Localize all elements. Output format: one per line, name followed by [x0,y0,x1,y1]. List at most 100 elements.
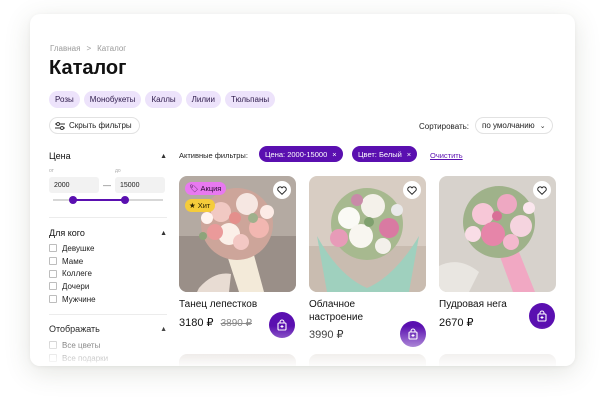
product-card-partial[interactable] [309,354,426,366]
catalog-window: Главная > Каталог Каталог Розы Монобукет… [30,14,575,366]
product-name[interactable]: Облачное настроение [309,298,393,324]
price-inputs: 2000 — 15000 [49,177,165,193]
checkbox-label: Все цветы [62,340,101,350]
cart-add-icon [277,319,287,331]
price-section-header[interactable]: Цена ▲ [49,149,167,163]
price-from-input[interactable]: 2000 [49,177,99,193]
product-price-row: 2670 ₽ [439,316,474,329]
active-filter-label: Цвет: Белый [358,149,402,159]
price-from-label: от [49,168,54,174]
favorite-button[interactable] [403,181,421,199]
checkbox-label: Маме [62,256,84,266]
sort-select[interactable]: по умолчанию ⌄ [475,117,553,134]
hide-filters-label: Скрыть фильтры [69,121,132,130]
checkbox-box[interactable] [49,257,57,266]
product-card-partial[interactable] [439,354,556,366]
checkbox-box[interactable] [49,269,57,278]
add-to-cart-button[interactable] [400,321,426,347]
product-card-partial[interactable] [179,354,296,366]
product-image[interactable]: 🏷 Акция ★ Хит [179,176,296,292]
favorite-button[interactable] [273,181,291,199]
chevron-down-icon: ⌄ [539,122,546,130]
heart-icon [537,185,547,195]
for-whom-section-header[interactable]: Для кого ▲ [49,226,167,240]
clear-filters-link[interactable]: Очистить [430,151,463,160]
badge-sale-label: Акция [200,184,222,193]
checkbox-box[interactable] [49,282,57,291]
checkbox-box[interactable] [49,341,57,350]
for-whom-section: Для кого ▲ [49,226,167,240]
checkbox-label: Девушке [62,243,95,253]
breadcrumb: Главная > Каталог [50,44,126,53]
product-name[interactable]: Танец лепестков [179,298,263,311]
cart-add-icon [408,328,418,340]
for-whom-list: Девушке Маме Коллеге Дочери Мужчине [49,242,96,305]
hide-filters-button[interactable]: Скрыть фильтры [49,117,140,134]
price-slider-max-handle[interactable] [121,196,129,204]
checkbox-box[interactable] [49,244,57,253]
filters-icon [55,121,65,130]
checkbox-for-girl[interactable]: Девушке [49,242,96,255]
sort-label: Сортировать: [419,122,470,131]
add-to-cart-button[interactable] [269,312,295,338]
close-icon[interactable]: × [332,150,336,159]
checkbox-for-colleague[interactable]: Коллеге [49,267,96,280]
add-to-cart-button[interactable] [529,303,555,329]
chevron-up-icon: ▲ [160,152,167,160]
sidebar-divider [49,314,167,315]
product-price: 3180 ₽ [179,317,214,329]
price-to-input[interactable]: 15000 [115,177,165,193]
chevron-up-icon: ▲ [160,229,167,237]
badge-sale: 🏷 Акция [185,182,227,195]
checkbox-all-flowers[interactable]: Все цветы [49,339,108,352]
star-icon: ★ [189,201,196,210]
checkbox-for-man[interactable]: Мужчине [49,293,96,306]
checkbox-box[interactable] [49,295,57,304]
category-chip-callas[interactable]: Каллы [145,91,182,108]
display-title: Отображать [49,324,100,334]
product-price: 2670 ₽ [439,317,474,329]
category-chips: Розы Монобукеты Каллы Лилии Тюльпаны [49,91,276,108]
cart-add-icon [537,310,547,322]
active-filter-chip-price[interactable]: Цена: 2000-15000 × [259,146,343,162]
active-filter-label: Цена: 2000-15000 [265,149,328,159]
checkbox-label: Все подарки [62,353,109,363]
product-old-price: 3890 ₽ [220,318,252,329]
category-chip-monobouquets[interactable]: Монобукеты [83,91,142,108]
product-image[interactable] [309,176,426,292]
product-name[interactable]: Пудровая нега [439,298,523,311]
category-chip-roses[interactable]: Розы [49,91,80,108]
active-filter-chip-color[interactable]: Цвет: Белый × [352,146,418,162]
page-title: Каталог [49,57,127,79]
checkbox-box[interactable] [49,354,57,363]
price-slider-fill [73,199,125,201]
breadcrumb-home[interactable]: Главная [50,44,80,53]
display-section: Отображать ▲ [49,322,167,336]
filters-sidebar: Цена ▲ [49,149,167,163]
price-section-title: Цена [49,151,71,161]
price-dash: — [103,180,111,190]
display-section-header[interactable]: Отображать ▲ [49,322,167,336]
checkbox-label: Коллеге [62,269,92,279]
display-list: Все цветы Все подарки [49,339,108,364]
price-slider-min-handle[interactable] [69,196,77,204]
price-to-label: до [115,168,121,174]
product-image[interactable] [439,176,556,292]
checkbox-for-daughter[interactable]: Дочери [49,280,96,293]
sidebar-divider [49,217,167,218]
price-slider[interactable] [53,196,163,204]
favorite-button[interactable] [533,181,551,199]
heart-icon [407,185,417,195]
chevron-up-icon: ▲ [160,325,167,333]
sort-value: по умолчанию [482,121,535,130]
price-range-labels: от до [49,168,167,174]
close-icon[interactable]: × [407,150,411,159]
product-price-row: 3990 ₽ [309,328,344,341]
checkbox-for-mom[interactable]: Маме [49,255,96,268]
checkbox-label: Мужчине [62,294,96,304]
category-chip-tulips[interactable]: Тюльпаны [224,91,276,108]
product-price: 3990 ₽ [309,329,344,341]
category-chip-lilies[interactable]: Лилии [185,91,221,108]
checkbox-all-gifts[interactable]: Все подарки [49,352,108,365]
active-filters-label: Активные фильтры: [179,151,248,160]
